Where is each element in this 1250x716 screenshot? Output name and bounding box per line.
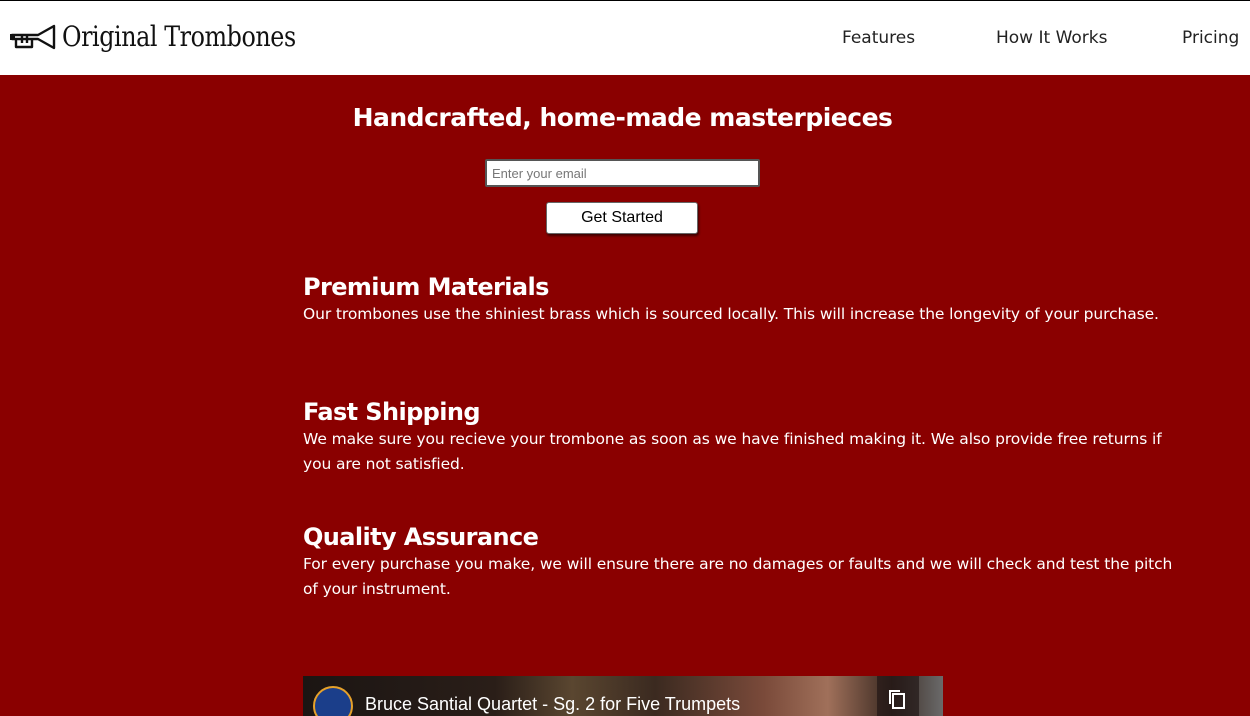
feature-quality-assurance: Quality Assurance For every purchase you… xyxy=(303,522,1173,602)
nav-link-features[interactable]: Features xyxy=(842,28,915,48)
feature-title: Fast Shipping xyxy=(303,398,481,426)
video-title[interactable]: Bruce Santial Quartet - Sg. 2 for Five T… xyxy=(365,694,740,715)
logo[interactable]: Original Trombones xyxy=(10,20,337,53)
logo-text: Original Trombones xyxy=(62,20,296,53)
hero-title: Handcrafted, home-made masterpieces xyxy=(352,103,893,132)
trombone-icon xyxy=(10,24,56,49)
copy-link-button[interactable] xyxy=(877,676,919,716)
nav-link-pricing[interactable]: Pricing xyxy=(1182,28,1239,48)
feature-description: We make sure you recieve your trombone a… xyxy=(303,430,1162,473)
feature-description: Our trombones use the shiniest brass whi… xyxy=(303,305,1159,323)
nav-link-how-it-works[interactable]: How It Works xyxy=(996,28,1107,48)
feature-premium-materials: Premium Materials Our trombones use the … xyxy=(303,272,1173,327)
copy-icon xyxy=(889,690,905,709)
site-header: Original Trombones Features How It Works… xyxy=(0,0,1250,75)
get-started-button[interactable]: Get Started xyxy=(546,202,698,234)
feature-description: For every purchase you make, we will ens… xyxy=(303,555,1173,598)
email-input[interactable] xyxy=(485,159,760,187)
feature-fast-shipping: Fast Shipping We make sure you recieve y… xyxy=(303,397,1173,477)
feature-title: Quality Assurance xyxy=(303,523,539,551)
feature-title: Premium Materials xyxy=(303,273,549,301)
video-embed[interactable]: Bruce Santial Quartet - Sg. 2 for Five T… xyxy=(303,676,943,716)
